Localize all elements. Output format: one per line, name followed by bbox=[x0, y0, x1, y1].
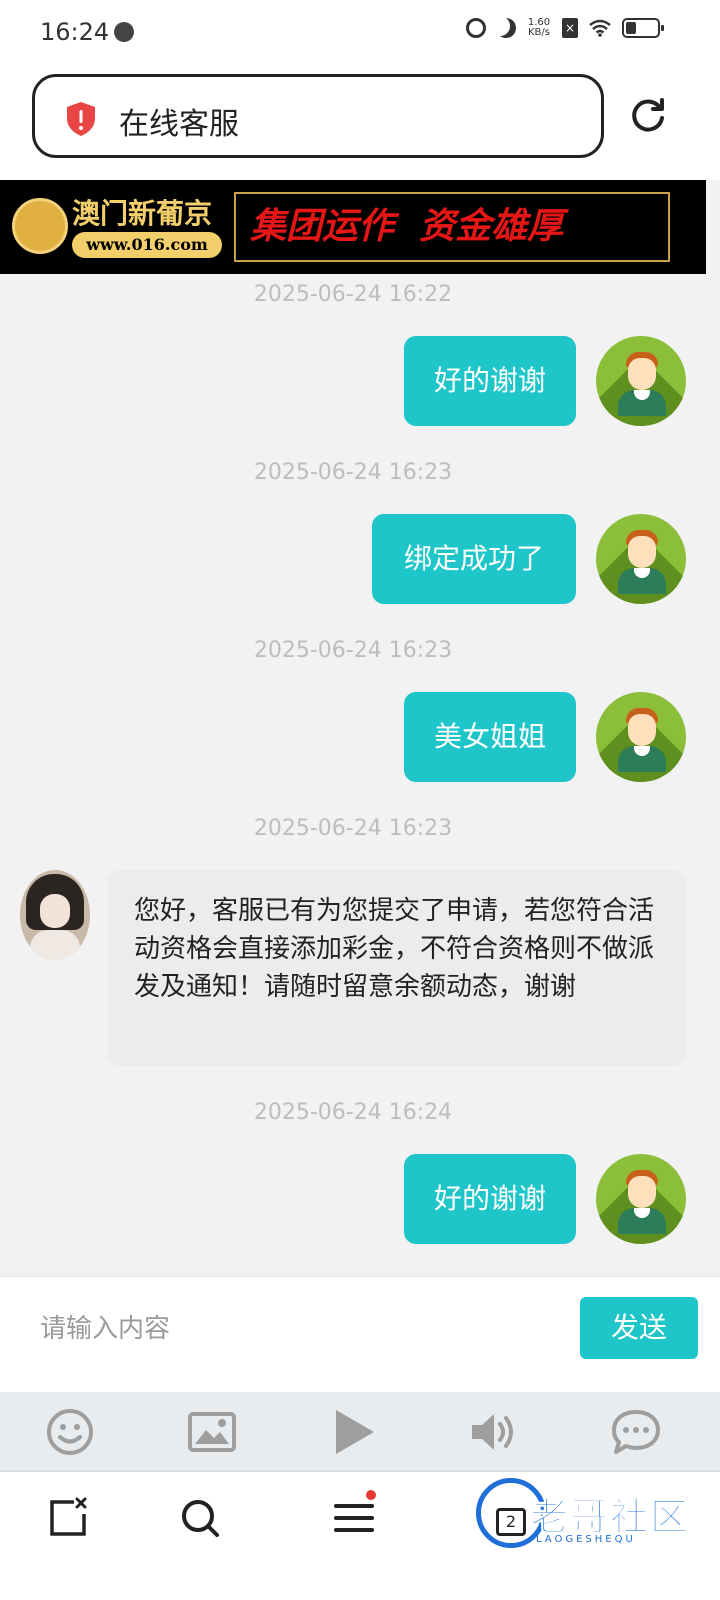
message-timestamp: 2025-06-24 16:23 bbox=[253, 816, 453, 841]
shield-alert-icon bbox=[67, 102, 95, 136]
message-timestamp: 2025-06-24 16:23 bbox=[253, 638, 453, 663]
network-speed: 1.60 KB/s bbox=[526, 18, 552, 38]
speaker-icon[interactable] bbox=[468, 1406, 520, 1458]
sim-off-icon: × bbox=[562, 18, 578, 38]
user-avatar bbox=[596, 514, 686, 604]
agent-message-bubble: 您好，客服已有为您提交了申请，若您符合活动资格会直接添加彩金，不符合资格则不做派… bbox=[108, 870, 686, 1066]
battery-icon bbox=[622, 18, 664, 38]
reload-icon[interactable] bbox=[628, 96, 668, 136]
menu-icon bbox=[334, 1504, 374, 1532]
tabs-button[interactable]: 2 bbox=[496, 1508, 526, 1536]
menu-button[interactable] bbox=[332, 1490, 376, 1540]
message-input[interactable] bbox=[22, 1297, 562, 1361]
banner-logo: 澳门新葡京 www.016.com bbox=[12, 192, 222, 262]
user-avatar bbox=[596, 336, 686, 426]
message-input-bar: 发送 bbox=[0, 1276, 720, 1392]
message-timestamp: 2025-06-24 16:22 bbox=[253, 282, 453, 307]
play-icon[interactable] bbox=[328, 1406, 380, 1458]
ad-banner[interactable]: 澳门新葡京 www.016.com 集团运作 资金雄厚 bbox=[0, 180, 706, 274]
page-title: 在线客服 bbox=[119, 107, 239, 142]
moon-icon bbox=[496, 18, 516, 38]
user-avatar bbox=[596, 1154, 686, 1244]
banner-slogan: 集团运作 资金雄厚 bbox=[234, 192, 670, 262]
notification-dot bbox=[366, 1490, 376, 1500]
chat-area[interactable]: 2025-06-24 16:22 好的谢谢 2025-06-24 16:23 绑… bbox=[0, 274, 720, 1276]
watermark: 2 老哥社区 LAOGESHEQU bbox=[476, 1476, 706, 1552]
banner-brand-name: 澳门新葡京 bbox=[72, 197, 213, 230]
agent-avatar bbox=[20, 870, 90, 960]
user-message-bubble: 好的谢谢 bbox=[404, 336, 576, 426]
browser-bottom-nav: 2 老哥社区 LAOGESHEQU bbox=[0, 1472, 720, 1600]
globe-icon bbox=[114, 22, 134, 42]
search-icon[interactable] bbox=[178, 1496, 222, 1540]
network-speed-unit: KB/s bbox=[528, 27, 550, 38]
alarm-icon bbox=[466, 18, 486, 38]
watermark-text: 老哥社区 bbox=[529, 1495, 691, 1540]
status-bar: 16:24 1.60 KB/s × bbox=[0, 0, 720, 64]
browser-top-bar: 在线客服 bbox=[0, 64, 720, 180]
chat-toolbar bbox=[0, 1392, 720, 1472]
status-time: 16:24 bbox=[40, 18, 110, 46]
emoji-icon[interactable] bbox=[44, 1406, 96, 1458]
address-bar[interactable]: 在线客服 bbox=[32, 74, 604, 158]
message-timestamp: 2025-06-24 16:23 bbox=[253, 460, 453, 485]
watermark-subtext: LAOGESHEQU bbox=[536, 1534, 636, 1545]
status-icons: 1.60 KB/s × bbox=[466, 18, 664, 38]
message-timestamp: 2025-06-24 16:24 bbox=[253, 1100, 453, 1125]
wifi-icon bbox=[589, 19, 611, 37]
send-button[interactable]: 发送 bbox=[580, 1297, 698, 1359]
logo-emblem-icon bbox=[12, 198, 68, 254]
user-message-bubble: 美女姐姐 bbox=[404, 692, 576, 782]
banner-brand-url: www.016.com bbox=[72, 232, 222, 258]
user-avatar bbox=[596, 692, 686, 782]
close-page-icon[interactable] bbox=[46, 1496, 90, 1540]
chat-bubble-icon[interactable] bbox=[610, 1406, 662, 1458]
user-message-bubble: 好的谢谢 bbox=[404, 1154, 576, 1244]
image-icon[interactable] bbox=[186, 1406, 238, 1458]
user-message-bubble: 绑定成功了 bbox=[372, 514, 576, 604]
